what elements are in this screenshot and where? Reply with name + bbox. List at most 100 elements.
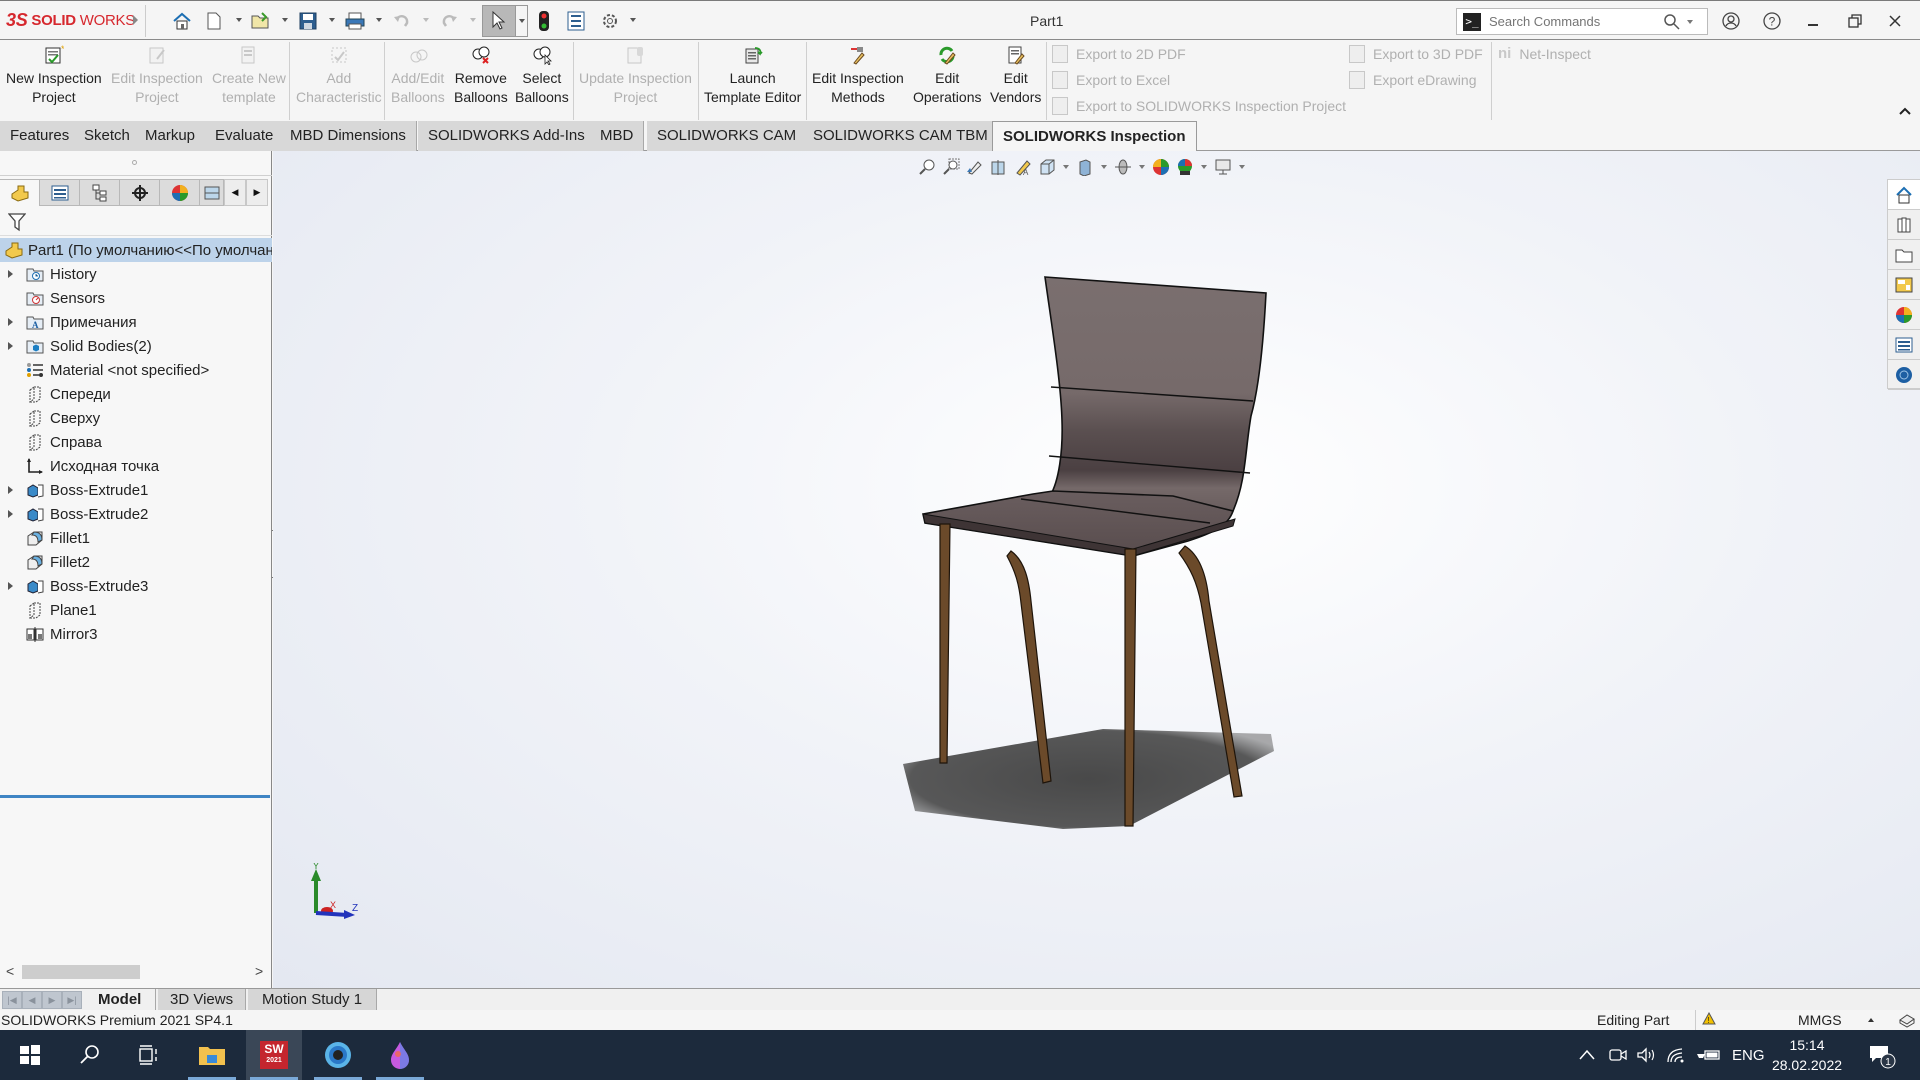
tree-item[interactable]: Boss-Extrude2 — [0, 502, 272, 526]
tree-item[interactable]: Mirror3 — [0, 622, 272, 646]
save-icon[interactable] — [296, 9, 320, 33]
solidworks-taskbar-button[interactable]: SW 2021 — [246, 1030, 302, 1080]
volume-tray-icon[interactable] — [1636, 1030, 1658, 1080]
home-icon[interactable] — [170, 9, 194, 33]
tree-root-part[interactable]: Part1 (По умолчанию<<По умолчанию>_Отобр… — [0, 238, 272, 262]
select-balloons-button[interactable]: Select Balloons — [515, 44, 569, 107]
dimxpert-manager-tab[interactable] — [120, 179, 160, 206]
tab-model[interactable]: Model — [84, 989, 157, 1011]
expand-arrow-icon[interactable] — [8, 318, 13, 326]
expand-arrow-icon[interactable] — [8, 510, 13, 518]
search-commands-input[interactable] — [1489, 14, 1659, 29]
next-tab-arrow[interactable]: ▶ — [42, 991, 62, 1009]
paint-app-taskbar-button[interactable] — [372, 1030, 428, 1080]
property-manager-tab[interactable] — [40, 179, 80, 206]
panel-tabs-scroll-right[interactable]: ▶ — [246, 179, 268, 206]
new-inspection-project-button[interactable]: * New InspectionProject — [6, 44, 102, 107]
configuration-manager-tab[interactable] — [80, 179, 120, 206]
chair-3d-model[interactable] — [273, 151, 1920, 989]
solidworks-logo[interactable]: 3S SOLID WORKS — [6, 10, 135, 31]
close-window-button[interactable] — [1880, 7, 1910, 35]
camera-tray-icon[interactable] — [1608, 1030, 1628, 1080]
rebuild-warning-icon[interactable]: ! — [1702, 1012, 1718, 1028]
file-explorer-tab[interactable] — [1888, 240, 1920, 270]
open-dropdown-icon[interactable] — [282, 18, 288, 22]
new-dropdown-icon[interactable] — [236, 18, 242, 22]
search-dropdown-icon[interactable] — [1687, 19, 1693, 24]
tab-features[interactable]: Features — [0, 121, 81, 151]
edit-inspection-project-button[interactable]: Edit Inspection Project — [111, 44, 203, 107]
redo-dropdown-icon[interactable] — [470, 18, 476, 22]
custom-properties-tab[interactable] — [1888, 330, 1920, 360]
solidworks-resources-tab[interactable] — [1888, 180, 1920, 210]
collapse-ribbon-icon[interactable] — [1899, 102, 1911, 118]
scrollbar-thumb[interactable] — [22, 965, 140, 979]
tree-item[interactable]: Исходная точка — [0, 454, 272, 478]
edit-inspection-methods-button[interactable]: Edit Inspection Methods — [812, 44, 904, 107]
menu-expand-icon[interactable] — [133, 15, 138, 25]
tree-horizontal-scrollbar[interactable]: < > — [0, 962, 270, 982]
design-library-tab[interactable] — [1888, 210, 1920, 240]
battery-tray-icon[interactable] — [1696, 1030, 1722, 1080]
wifi-tray-icon[interactable] — [1666, 1030, 1686, 1080]
tree-item[interactable]: Sensors — [0, 286, 272, 310]
last-tab-arrow[interactable]: ▶| — [62, 991, 82, 1009]
undo-dropdown-icon[interactable] — [423, 18, 429, 22]
tab-mbd-dimensions[interactable]: MBD Dimensions — [280, 121, 417, 151]
minimize-window-button[interactable] — [1798, 7, 1828, 35]
redo-icon[interactable] — [437, 9, 461, 33]
rebuild-icon[interactable] — [532, 9, 556, 33]
solidworks-forum-tab[interactable] — [1888, 360, 1920, 390]
tree-item[interactable]: Material <not specified> — [0, 358, 272, 382]
file-explorer-taskbar-button[interactable] — [184, 1030, 240, 1080]
tree-item[interactable]: A Примечания — [0, 310, 272, 334]
select-dropdown[interactable] — [516, 5, 528, 37]
appearances-tab[interactable] — [1888, 300, 1920, 330]
show-hidden-icons-button[interactable] — [1578, 1030, 1596, 1080]
print-dropdown-icon[interactable] — [376, 18, 382, 22]
new-document-icon[interactable] — [202, 9, 226, 33]
search-taskbar-button[interactable] — [62, 1030, 118, 1080]
export-edrawing-button[interactable]: Export eDrawing — [1349, 71, 1477, 89]
expand-arrow-icon[interactable] — [8, 270, 13, 278]
language-indicator[interactable]: ENG — [1732, 1030, 1765, 1080]
edit-operations-button[interactable]: Edit Operations — [913, 44, 981, 107]
tree-item[interactable]: Сверху — [0, 406, 272, 430]
tree-item[interactable]: Solid Bodies(2) — [0, 334, 272, 358]
start-button[interactable] — [2, 1030, 58, 1080]
keyshot-taskbar-button[interactable] — [310, 1030, 366, 1080]
cam-manager-tab[interactable] — [200, 179, 224, 206]
file-properties-icon[interactable] — [564, 9, 588, 33]
tree-item[interactable]: Boss-Extrude1 — [0, 478, 272, 502]
rollback-bar[interactable] — [0, 795, 270, 798]
tab-motion-study-1[interactable]: Motion Study 1 — [248, 989, 378, 1011]
expand-arrow-icon[interactable] — [8, 582, 13, 590]
tab-sketch[interactable]: Sketch — [74, 121, 141, 151]
tree-item[interactable]: Fillet1 — [0, 526, 272, 550]
tab-3d-views[interactable]: 3D Views — [158, 989, 247, 1011]
search-commands-box[interactable]: >_ — [1456, 8, 1708, 35]
feature-manager-tab[interactable] — [0, 179, 40, 206]
customize-status-bar-icon[interactable] — [1898, 1012, 1916, 1028]
expand-arrow-icon[interactable] — [8, 486, 13, 494]
task-view-button[interactable] — [120, 1030, 176, 1080]
print-icon[interactable] — [343, 9, 367, 33]
tree-item[interactable]: Fillet2 — [0, 550, 272, 574]
display-manager-tab[interactable] — [160, 179, 200, 206]
system-clock[interactable]: 15:14 28.02.2022 — [1762, 1035, 1852, 1075]
add-characteristic-button[interactable]: Add Characteristic — [296, 44, 382, 107]
options-dropdown-icon[interactable] — [630, 18, 636, 22]
tab-solidworks-cam-tbm[interactable]: SOLIDWORKS CAM TBM — [803, 121, 999, 151]
save-dropdown-icon[interactable] — [329, 18, 335, 22]
export-inspection-project-button[interactable]: Export to SOLIDWORKS Inspection Project — [1052, 97, 1346, 115]
edit-vendors-button[interactable]: Edit Vendors — [990, 44, 1041, 107]
tree-item[interactable]: Plane1 — [0, 598, 272, 622]
tab-solidworks-cam[interactable]: SOLIDWORKS CAM — [647, 121, 808, 151]
open-icon[interactable] — [249, 9, 273, 33]
tab-mbd[interactable]: MBD — [590, 121, 645, 151]
search-icon[interactable] — [1663, 13, 1681, 31]
panel-tabs-scroll-left[interactable]: ◀ — [224, 179, 246, 206]
tree-filter[interactable] — [0, 208, 272, 236]
remove-balloons-button[interactable]: Remove Balloons — [454, 44, 508, 107]
select-button[interactable] — [482, 5, 516, 37]
